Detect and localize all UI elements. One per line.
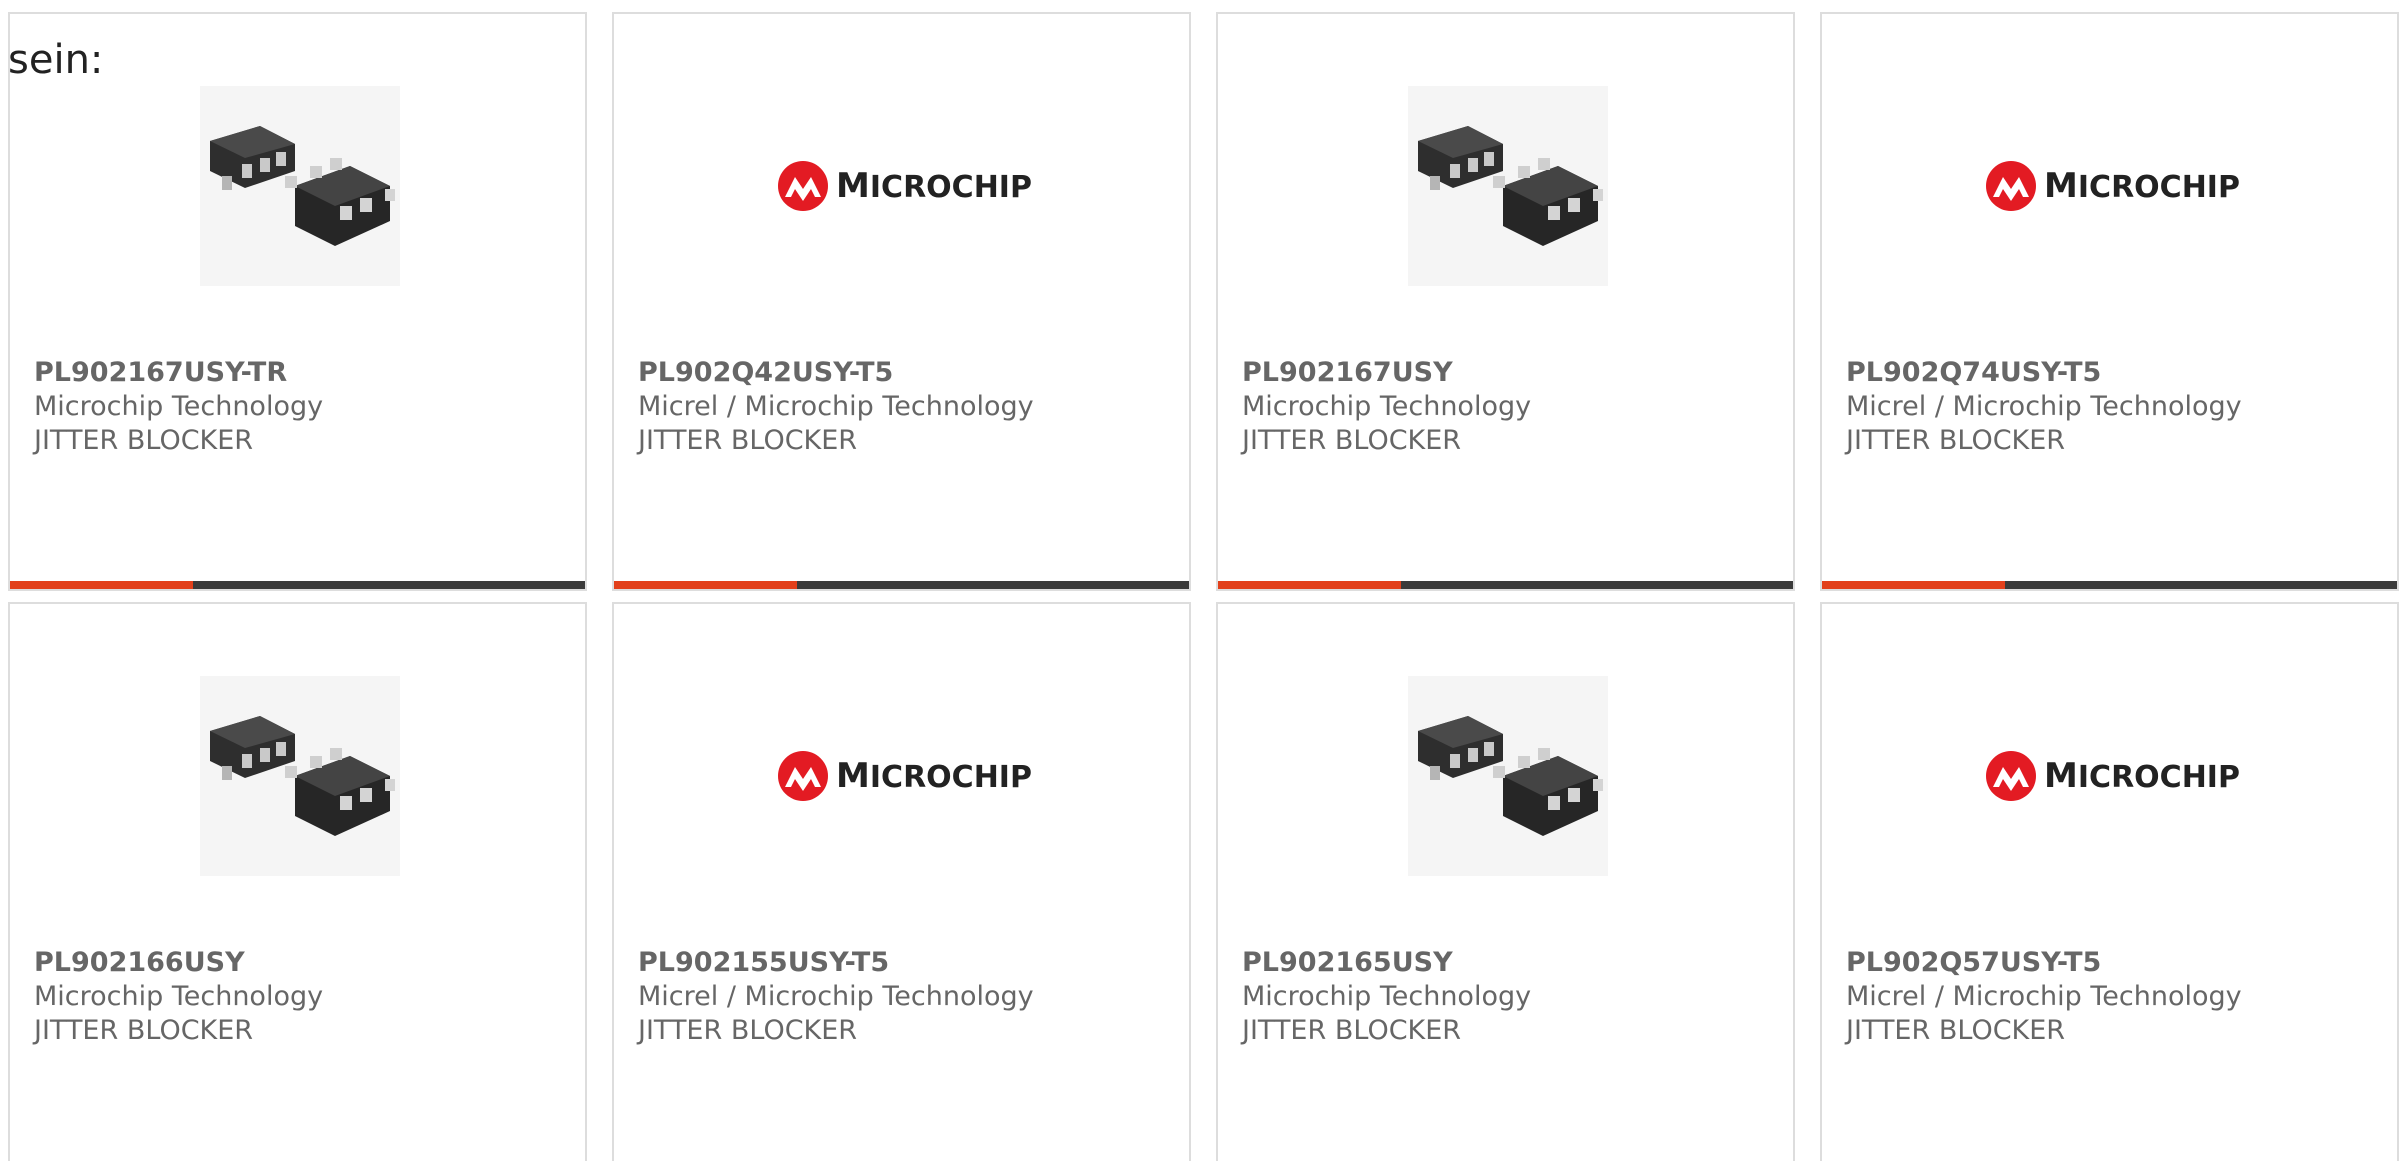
product-info: PL902155USY-T5 Micrel / Microchip Techno… — [638, 946, 1169, 1048]
product-info: PL902165USY Microchip Technology JITTER … — [1242, 946, 1773, 1048]
product-card[interactable]: PL902167USY-TR Microchip Technology JITT… — [8, 12, 587, 591]
chip-photo — [1408, 676, 1608, 876]
microchip-logo: MICROCHIP — [1984, 749, 2240, 803]
card-footer-accent — [1218, 581, 1401, 589]
product-card[interactable]: PL902167USY Microchip Technology JITTER … — [1216, 12, 1795, 591]
microchip-logo-wordmark: MICROCHIP — [2044, 166, 2240, 206]
product-image[interactable] — [200, 676, 400, 876]
product-image[interactable] — [1408, 676, 1608, 876]
manufacturer: Micrel / Microchip Technology — [1846, 391, 2242, 422]
product-grid-page: sein: PL902167USY-TR Microchip Technolog… — [0, 0, 2400, 1161]
product-card[interactable]: MICROCHIP PL902Q42USY-T5 Micrel / Microc… — [612, 12, 1191, 591]
microchip-logo-mark — [778, 161, 829, 211]
product-image[interactable]: MICROCHIP — [1986, 676, 2240, 876]
microchip-logo: MICROCHIP — [776, 749, 1032, 803]
product-grid: PL902167USY-TR Microchip Technology JITT… — [8, 12, 2399, 1161]
part-number[interactable]: PL902166USY — [34, 946, 565, 980]
card-footer-accent — [10, 581, 193, 589]
chip-photo — [1408, 86, 1608, 286]
description: JITTER BLOCKER — [1846, 1015, 2066, 1046]
product-card[interactable]: PL902165USY Microchip Technology JITTER … — [1216, 602, 1795, 1161]
description: JITTER BLOCKER — [638, 1015, 858, 1046]
part-number[interactable]: PL902Q57USY-T5 — [1846, 946, 2377, 980]
microchip-logo: MICROCHIP — [1984, 159, 2240, 213]
chip-photo — [200, 676, 400, 876]
description: JITTER BLOCKER — [1846, 425, 2066, 456]
card-footer-bar — [1218, 581, 1793, 589]
manufacturer: Microchip Technology — [1242, 981, 1532, 1012]
manufacturer: Microchip Technology — [34, 391, 324, 422]
chip-photo — [200, 86, 400, 286]
part-number[interactable]: PL902Q42USY-T5 — [638, 356, 1169, 390]
part-number[interactable]: PL902167USY — [1242, 356, 1773, 390]
product-info: PL902Q74USY-T5 Micrel / Microchip Techno… — [1846, 356, 2377, 458]
manufacturer: Micrel / Microchip Technology — [1846, 981, 2242, 1012]
card-footer-bar — [10, 581, 585, 589]
product-image[interactable]: MICROCHIP — [1986, 86, 2240, 286]
part-number[interactable]: PL902167USY-TR — [34, 356, 565, 390]
product-info: PL902166USY Microchip Technology JITTER … — [34, 946, 565, 1048]
microchip-logo-mark — [778, 751, 829, 801]
card-footer-accent — [614, 581, 797, 589]
product-info: PL902167USY-TR Microchip Technology JITT… — [34, 356, 565, 458]
manufacturer: Microchip Technology — [1242, 391, 1532, 422]
product-info: PL902167USY Microchip Technology JITTER … — [1242, 356, 1773, 458]
microchip-logo-wordmark: MICROCHIP — [836, 166, 1032, 206]
microchip-logo: MICROCHIP — [776, 159, 1032, 213]
description: JITTER BLOCKER — [1242, 425, 1462, 456]
microchip-logo-mark — [1986, 751, 2037, 801]
product-card[interactable]: PL902166USY Microchip Technology JITTER … — [8, 602, 587, 1161]
description: JITTER BLOCKER — [638, 425, 858, 456]
part-number[interactable]: PL902155USY-T5 — [638, 946, 1169, 980]
card-footer-accent — [1822, 581, 2005, 589]
product-image[interactable]: MICROCHIP — [778, 676, 1032, 876]
card-footer-bar — [614, 581, 1189, 589]
intro-text: sein: — [8, 37, 104, 83]
product-info: PL902Q57USY-T5 Micrel / Microchip Techno… — [1846, 946, 2377, 1048]
product-image[interactable]: MICROCHIP — [778, 86, 1032, 286]
microchip-logo-mark — [1986, 161, 2037, 211]
description: JITTER BLOCKER — [1242, 1015, 1462, 1046]
manufacturer: Microchip Technology — [34, 981, 324, 1012]
product-card[interactable]: MICROCHIP PL902155USY-T5 Micrel / Microc… — [612, 602, 1191, 1161]
part-number[interactable]: PL902Q74USY-T5 — [1846, 356, 2377, 390]
microchip-logo-wordmark: MICROCHIP — [836, 756, 1032, 796]
description: JITTER BLOCKER — [34, 425, 254, 456]
part-number[interactable]: PL902165USY — [1242, 946, 1773, 980]
product-info: PL902Q42USY-T5 Micrel / Microchip Techno… — [638, 356, 1169, 458]
product-card[interactable]: MICROCHIP PL902Q57USY-T5 Micrel / Microc… — [1820, 602, 2399, 1161]
manufacturer: Micrel / Microchip Technology — [638, 981, 1034, 1012]
description: JITTER BLOCKER — [34, 1015, 254, 1046]
product-image[interactable] — [1408, 86, 1608, 286]
card-footer-bar — [1822, 581, 2397, 589]
product-image[interactable] — [200, 86, 400, 286]
product-card[interactable]: MICROCHIP PL902Q74USY-T5 Micrel / Microc… — [1820, 12, 2399, 591]
manufacturer: Micrel / Microchip Technology — [638, 391, 1034, 422]
microchip-logo-wordmark: MICROCHIP — [2044, 756, 2240, 796]
